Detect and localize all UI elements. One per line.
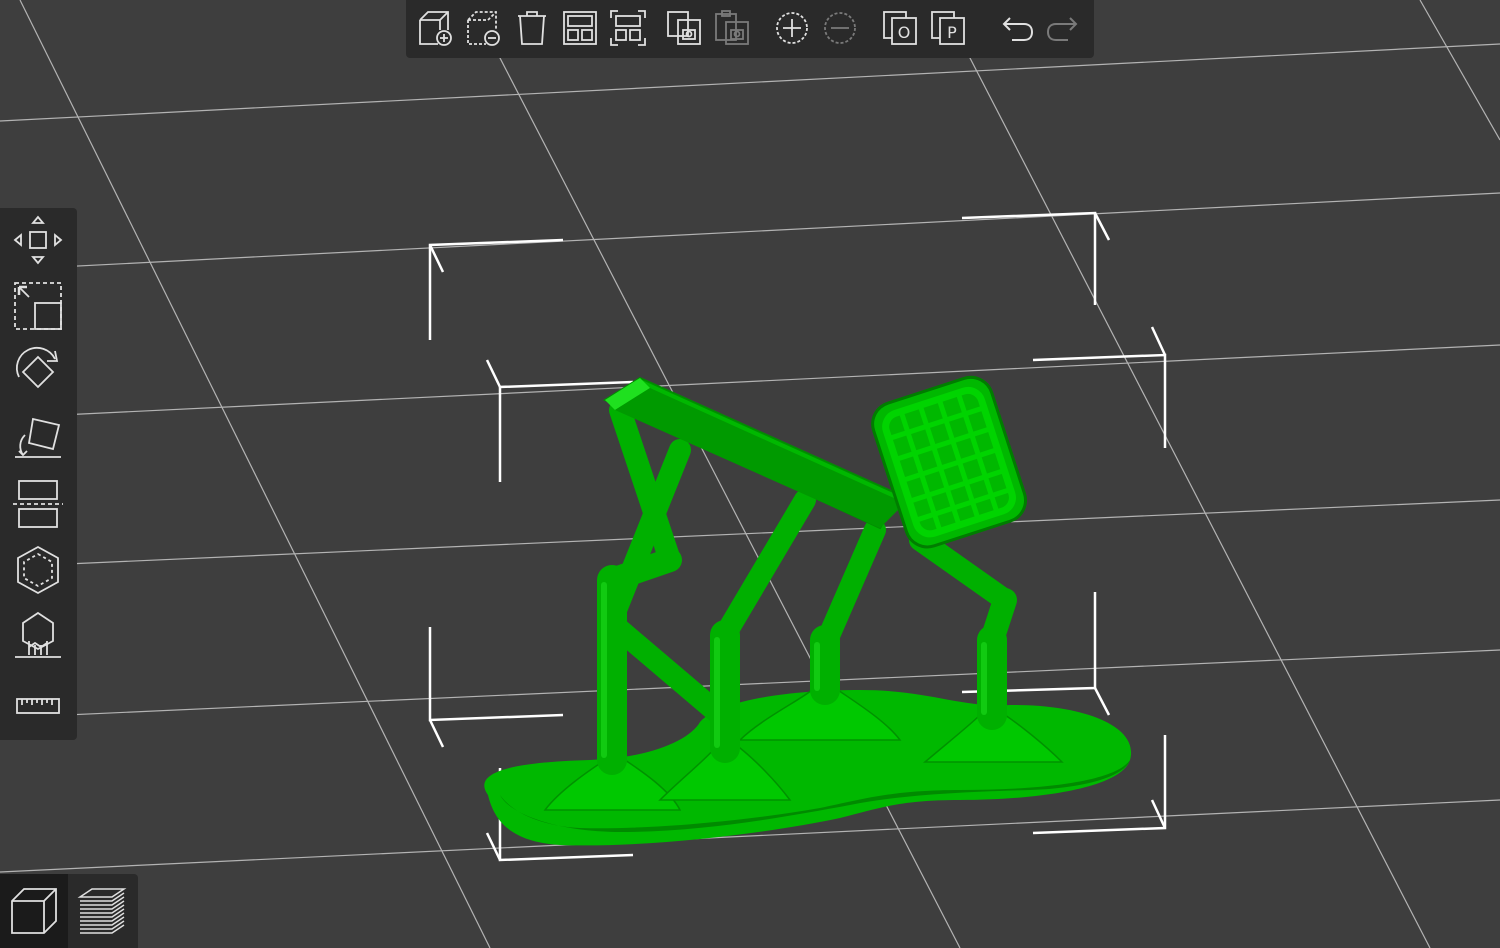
split-to-objects-button[interactable]: O (878, 6, 922, 50)
redo-icon (1046, 17, 1078, 41)
svg-text:P: P (947, 23, 957, 42)
support-points-icon (15, 611, 61, 658)
delete-object-icon (467, 11, 500, 46)
copy-icon (667, 11, 701, 45)
tab-3d-view[interactable] (0, 874, 68, 948)
scale-tool-button[interactable] (10, 278, 66, 334)
place-on-face-tool-button[interactable] (10, 410, 66, 466)
top-toolbar: O P (406, 0, 1094, 58)
delete-object-button[interactable] (462, 6, 506, 50)
minus-circle-icon (824, 12, 856, 44)
undo-button[interactable] (994, 6, 1038, 50)
cut-tool-button[interactable] (10, 476, 66, 532)
plus-circle-icon (776, 12, 808, 44)
left-toolbar (0, 208, 77, 740)
add-instance-button[interactable] (770, 6, 814, 50)
svg-text:O: O (898, 23, 911, 42)
green-model[interactable] (484, 372, 1132, 846)
undo-icon (1002, 17, 1034, 41)
redo-button[interactable] (1042, 6, 1086, 50)
3d-view-icon (11, 888, 57, 934)
delete-all-button[interactable] (510, 6, 554, 50)
paste-button[interactable] (710, 6, 754, 50)
rotate-icon (16, 346, 59, 389)
add-object-button[interactable] (414, 6, 458, 50)
split-to-parts-button[interactable]: P (926, 6, 970, 50)
arrange-button[interactable] (558, 6, 602, 50)
hollow-icon (17, 545, 59, 595)
sla-support-points-tool-button[interactable] (10, 608, 66, 664)
trash-icon (518, 11, 546, 45)
arrange-icon (563, 11, 597, 45)
rotate-tool-button[interactable] (10, 344, 66, 400)
split-objects-icon: O (883, 11, 917, 45)
tab-preview[interactable] (68, 874, 136, 948)
move-icon (13, 215, 63, 265)
scale-icon (14, 282, 62, 330)
split-parts-icon: P (931, 11, 965, 45)
split-icon (610, 10, 646, 46)
split-button[interactable] (606, 6, 650, 50)
move-tool-button[interactable] (10, 212, 66, 268)
measure-tool-button[interactable] (10, 678, 66, 734)
copy-button[interactable] (662, 6, 706, 50)
remove-instance-button[interactable] (818, 6, 862, 50)
add-object-icon (419, 11, 452, 46)
layers-preview-icon (77, 888, 127, 934)
mesh-paddle (871, 375, 1027, 549)
place-on-face-icon (15, 417, 61, 458)
3d-viewport[interactable] (0, 0, 1500, 948)
paste-icon (715, 10, 749, 45)
hollow-tool-button[interactable] (10, 542, 66, 598)
ruler-icon (16, 698, 60, 714)
view-switcher (0, 874, 138, 948)
cut-icon (13, 480, 63, 528)
